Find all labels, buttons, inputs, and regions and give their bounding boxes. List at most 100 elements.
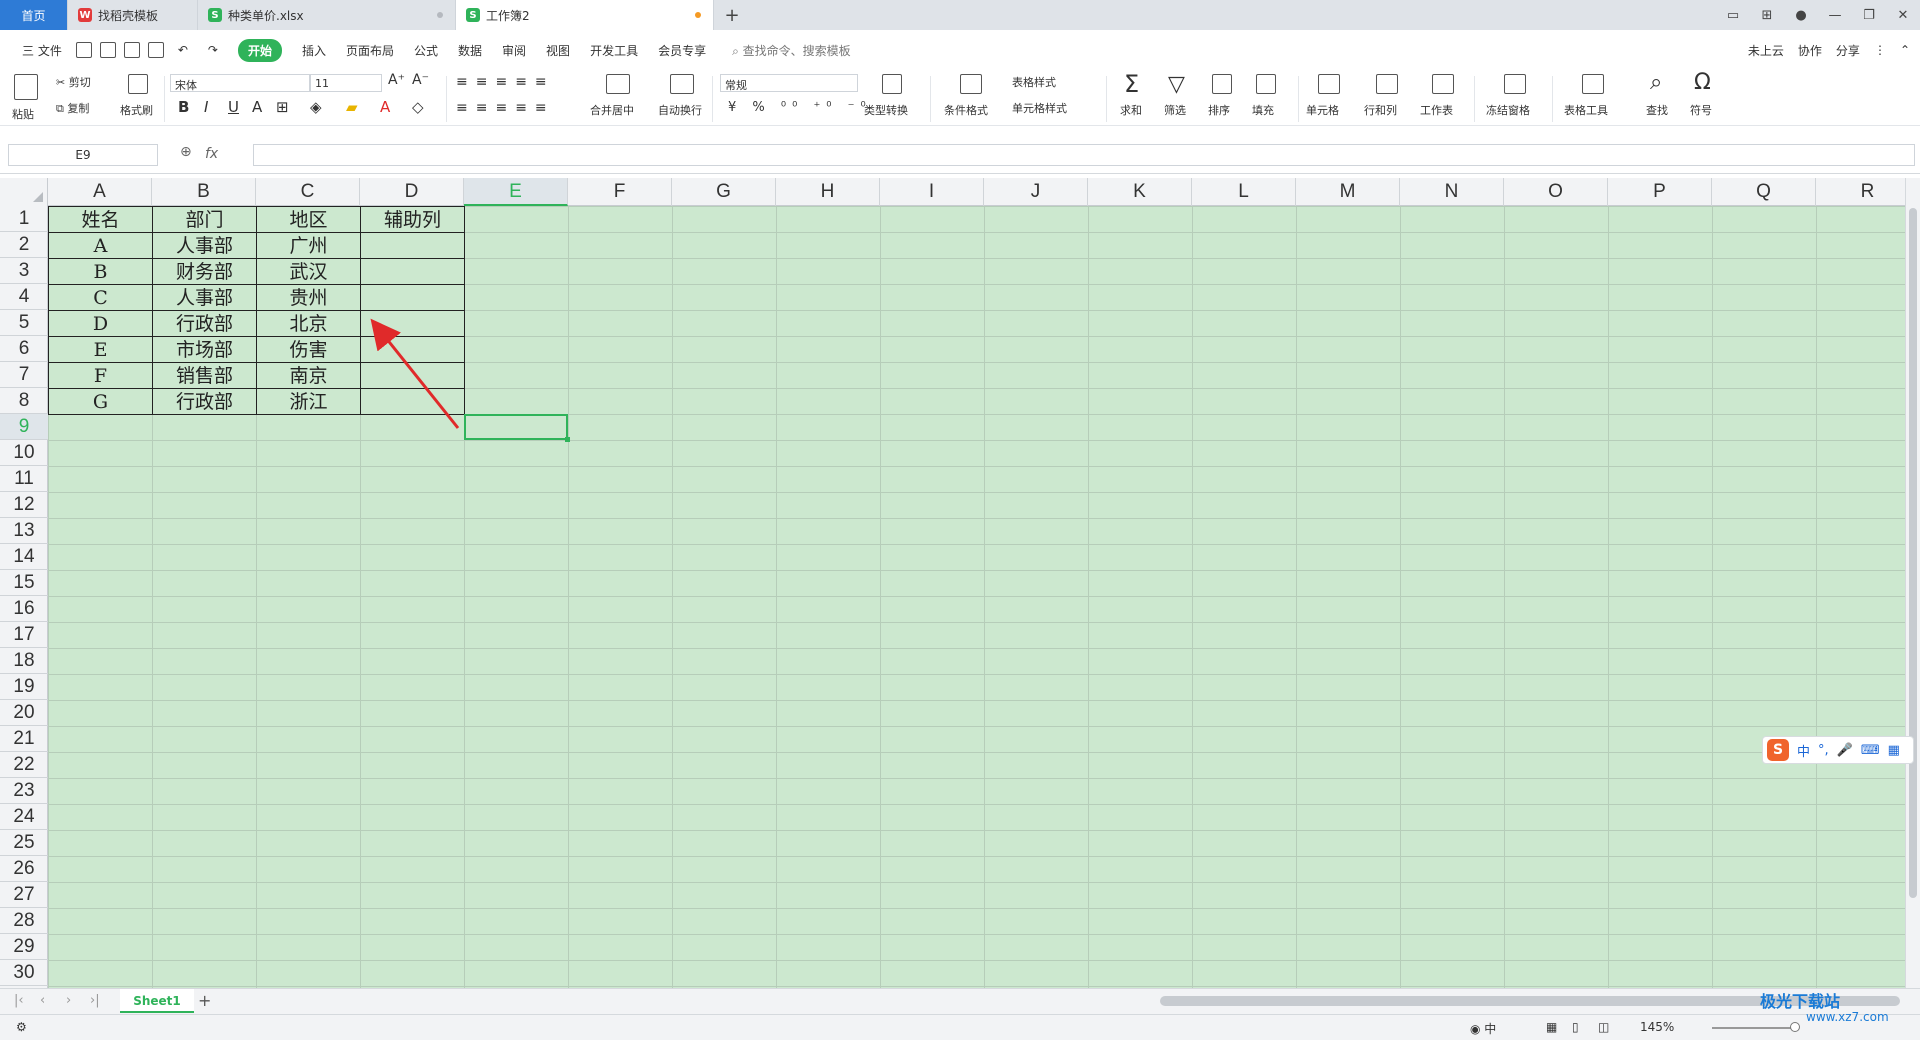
row-header[interactable]: 4 (0, 284, 48, 310)
row-header[interactable]: 17 (0, 622, 48, 648)
tab-docer-templates[interactable]: W 找稻壳模板 (68, 0, 198, 30)
first-sheet-icon[interactable]: |‹ (14, 993, 24, 1008)
column-header[interactable]: O (1504, 178, 1608, 206)
zoom-slider-knob[interactable] (1790, 1022, 1800, 1032)
clear-icon[interactable]: ◇ (412, 98, 424, 116)
row-header[interactable]: 12 (0, 492, 48, 518)
cell-style-button[interactable]: 单元格样式 (1012, 100, 1067, 116)
close-icon[interactable]: ✕ (1886, 0, 1920, 30)
font-name-select[interactable]: 宋体 (170, 74, 310, 92)
file-menu[interactable]: 三 文件 (22, 42, 62, 59)
freeze-button[interactable]: 冻结窗格 (1486, 102, 1530, 118)
cell-button[interactable]: 单元格 (1306, 102, 1339, 118)
row-header[interactable]: 26 (0, 856, 48, 882)
row-header[interactable]: 3 (0, 258, 48, 284)
restore-icon[interactable]: ❐ (1852, 0, 1886, 30)
column-header[interactable]: K (1088, 178, 1192, 206)
row-header[interactable]: 21 (0, 726, 48, 752)
column-header[interactable]: B (152, 178, 256, 206)
freeze-icon[interactable] (1504, 74, 1526, 94)
column-header[interactable]: Q (1712, 178, 1816, 206)
italic-icon[interactable]: I (204, 98, 208, 116)
merge-icon[interactable] (606, 74, 630, 94)
row-header[interactable]: 25 (0, 830, 48, 856)
row-header[interactable]: 6 (0, 336, 48, 362)
paste-button[interactable]: 粘贴 (12, 106, 34, 122)
menu-view[interactable]: 视图 (546, 42, 570, 59)
row-header[interactable]: 13 (0, 518, 48, 544)
redo-icon[interactable]: ↷ (208, 43, 218, 57)
new-tab-button[interactable]: + (714, 0, 750, 30)
collab-button[interactable]: 协作 (1798, 42, 1822, 59)
column-header[interactable]: E (464, 178, 568, 206)
unsaved-dot[interactable] (695, 12, 701, 18)
preview-icon[interactable] (147, 42, 164, 58)
font-shrink-icon[interactable]: A⁻ (412, 72, 429, 88)
command-search[interactable]: ⌕ 查找命令、搜索模板 (732, 42, 851, 59)
row-header[interactable]: 15 (0, 570, 48, 596)
highlight-icon[interactable]: ▰ (346, 98, 358, 116)
ime-menu-icon[interactable]: ▦ (1888, 743, 1900, 758)
row-header[interactable]: 10 (0, 440, 48, 466)
menu-start[interactable]: 开始 (237, 38, 282, 62)
select-all-corner[interactable] (0, 178, 48, 206)
convert-icon[interactable] (882, 74, 902, 94)
filter-icon[interactable]: ▽ (1168, 72, 1185, 97)
formula-input[interactable] (253, 144, 1915, 166)
next-sheet-icon[interactable]: › (66, 993, 71, 1008)
ime-toolbar[interactable]: S 中 °, 🎤 ⌨ ▦ (1762, 736, 1914, 764)
row-header[interactable]: 5 (0, 310, 48, 336)
row-header[interactable]: 30 (0, 960, 48, 986)
menu-insert[interactable]: 插入 (302, 42, 326, 59)
eye-protect-icon[interactable]: ◉ 中 (1470, 1020, 1496, 1037)
row-header[interactable]: 1 (0, 206, 48, 232)
tab-workbook2[interactable]: S 工作簿2 (456, 0, 714, 30)
row-header[interactable]: 16 (0, 596, 48, 622)
wrap-button[interactable]: 自动换行 (658, 102, 702, 118)
format-painter-button[interactable]: 格式刷 (120, 102, 153, 118)
cell-area[interactable]: 姓名 部门 地区 辅助列 A 人事部 广州 B 财务部 武汉 C 人事部 贵州 D 行政部 北京 E 市场部 伤害 F… (48, 206, 1905, 988)
worksheet-icon[interactable] (1432, 74, 1454, 94)
collapse-ribbon-icon[interactable]: ⌃ (1900, 43, 1910, 57)
ime-punct[interactable]: °, (1818, 743, 1829, 758)
column-header[interactable]: H (776, 178, 880, 206)
menu-review[interactable]: 审阅 (502, 42, 526, 59)
column-header[interactable]: C (256, 178, 360, 206)
symbol-button[interactable]: 符号 (1690, 102, 1712, 118)
column-header[interactable]: L (1192, 178, 1296, 206)
avatar[interactable]: ● (1784, 0, 1818, 30)
menu-page-layout[interactable]: 页面布局 (346, 42, 394, 59)
export-icon[interactable] (99, 42, 116, 58)
strikethrough-icon[interactable]: A (252, 98, 262, 116)
page-view-icon[interactable]: ▯ (1572, 1020, 1579, 1034)
font-size-select[interactable]: 11 (310, 74, 382, 92)
column-header[interactable]: D (360, 178, 464, 206)
format-painter-icon[interactable] (128, 74, 148, 94)
row-header[interactable]: 9 (0, 414, 48, 440)
sum-icon[interactable]: Σ (1124, 70, 1139, 98)
last-sheet-icon[interactable]: ›| (90, 993, 100, 1008)
row-header[interactable]: 24 (0, 804, 48, 830)
cond-format-button[interactable]: 条件格式 (944, 102, 988, 118)
macro-icon[interactable]: ⚙ (16, 1020, 27, 1034)
menu-member[interactable]: 会员专享 (658, 42, 706, 59)
save-icon[interactable] (75, 42, 92, 58)
normal-view-icon[interactable]: ▦ (1546, 1020, 1557, 1034)
cell-icon[interactable] (1318, 74, 1340, 94)
column-header[interactable]: P (1608, 178, 1712, 206)
keyboard-icon[interactable]: ⌨ (1861, 743, 1880, 758)
sort-icon[interactable] (1212, 74, 1232, 94)
column-header[interactable]: G (672, 178, 776, 206)
copy-button[interactable]: ⧉ 复制 (56, 100, 89, 116)
sheet-tab-sheet1[interactable]: Sheet1 (120, 989, 194, 1013)
font-color-icon[interactable]: A (380, 98, 390, 116)
name-box[interactable]: E9 (8, 144, 158, 166)
font-grow-icon[interactable]: A⁺ (388, 72, 405, 88)
zoom-formula-icon[interactable]: ⊕ (180, 144, 192, 160)
table-tools-icon[interactable] (1582, 74, 1604, 94)
table-tools-button[interactable]: 表格工具 (1564, 102, 1608, 118)
minimize-icon[interactable]: — (1818, 0, 1852, 30)
prev-sheet-icon[interactable]: ‹ (40, 993, 45, 1008)
vertical-scroll-thumb[interactable] (1909, 208, 1917, 898)
rowcol-icon[interactable] (1376, 74, 1398, 94)
